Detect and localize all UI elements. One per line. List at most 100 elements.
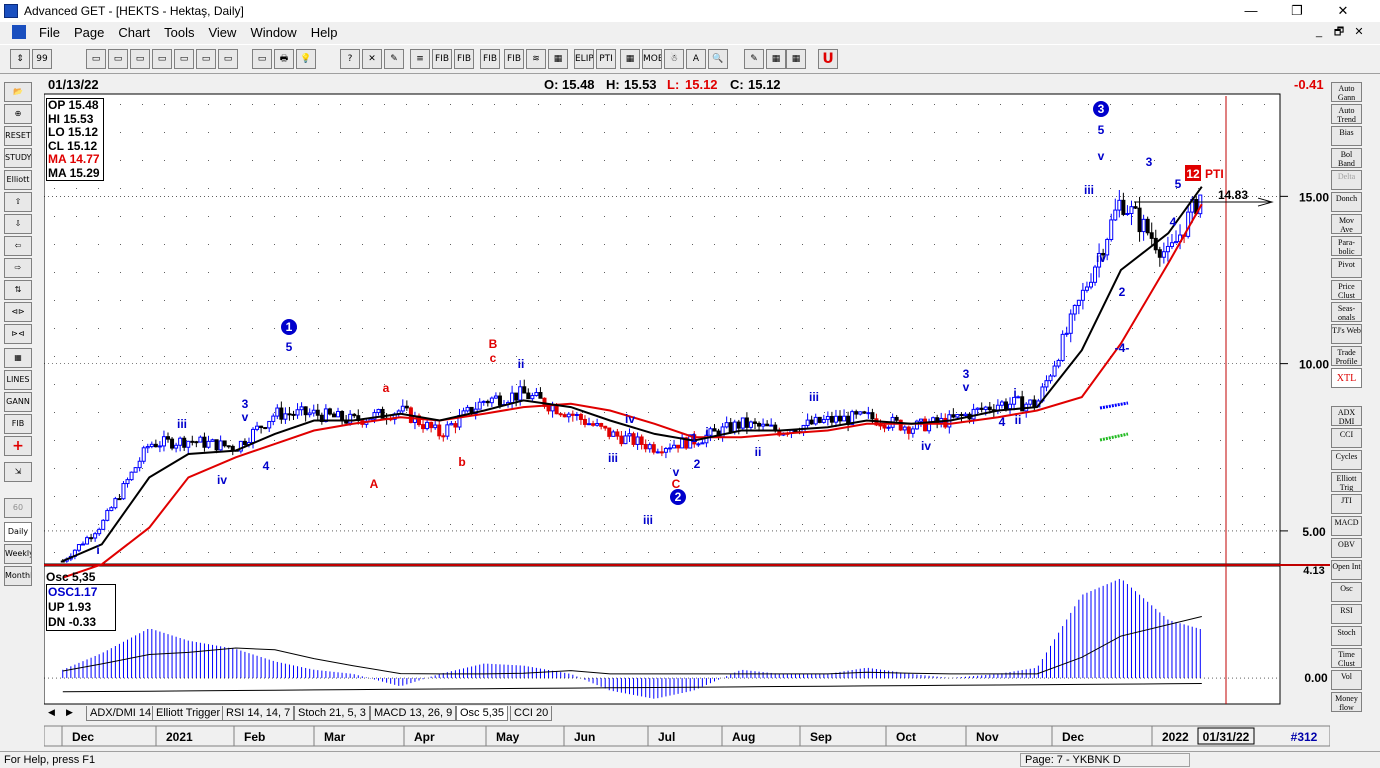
toolbar-button-item-31[interactable]: ▦ (786, 49, 806, 69)
left-tool-60-minute-18[interactable]: 60 Minute (4, 498, 32, 518)
study-button-trade-profile[interactable]: Trade Profile (1331, 346, 1362, 366)
tab-scroll-right-icon[interactable]: ▶ (66, 707, 73, 718)
minimize-button[interactable]: — (1228, 0, 1274, 22)
menu-window[interactable]: Window (243, 25, 303, 40)
maximize-button[interactable]: ❐ (1274, 0, 1320, 22)
study-button-seas-onals[interactable]: Seas-onals (1331, 302, 1362, 322)
toolbar-button-item-28[interactable]: 🔍 (708, 49, 728, 69)
left-tool-daily-19[interactable]: Daily (4, 522, 32, 542)
tab-cci-20[interactable]: CCI 20 (510, 706, 553, 721)
tab-adx-dmi-14[interactable]: ADX/DMI 14 (86, 706, 156, 721)
menu-tools[interactable]: Tools (157, 25, 201, 40)
toolbar-button-fib-ret-16[interactable]: FIB RET (432, 49, 452, 69)
left-tool-item-11[interactable]: ⊳⊲ (4, 324, 32, 344)
toolbar-button-item-14[interactable]: ✎ (384, 49, 404, 69)
price-pane[interactable] (44, 93, 1281, 565)
menu-page[interactable]: Page (67, 25, 111, 40)
left-tool-item-10[interactable]: ⊲⊳ (4, 302, 32, 322)
study-button-stoch[interactable]: Stoch (1331, 626, 1362, 646)
toolbar-button-99-1[interactable]: 99 (32, 49, 52, 69)
toolbar-button-item-15[interactable]: ≡ (410, 49, 430, 69)
study-button-bias[interactable]: Bias (1331, 126, 1362, 146)
toolbar-button-item-7[interactable]: ▭ (196, 49, 216, 69)
toolbar-button-item-20[interactable]: ≋ (526, 49, 546, 69)
chart-area[interactable]: 01/13/22 O: 15.48 H: 15.53 L: 15.12 C: 1… (44, 76, 1330, 748)
left-tool-item-12[interactable]: ▦ (4, 348, 32, 368)
doc-close-button[interactable]: ✕ (1350, 24, 1368, 40)
study-button-cycles[interactable]: Cycles (1331, 450, 1362, 470)
tab-osc-5-35[interactable]: Osc 5,35 (456, 706, 509, 721)
study-button-cci[interactable]: CCI (1331, 428, 1362, 448)
menu-chart[interactable]: Chart (111, 25, 157, 40)
toolbar-button-item-2[interactable]: ▭ (86, 49, 106, 69)
study-button-vol[interactable]: Vol (1331, 670, 1362, 690)
left-tool-reset-2[interactable]: RESET (4, 126, 32, 146)
study-button-auto-trend[interactable]: Auto Trend (1331, 104, 1362, 124)
close-button[interactable]: ✕ (1320, 0, 1366, 22)
study-button-open-int[interactable]: Open Int (1331, 560, 1362, 580)
study-button-tj-s-web[interactable]: TJ's Web (1331, 324, 1362, 344)
study-button-osc[interactable]: Osc (1331, 582, 1362, 602)
study-button-money-flow[interactable]: Money flow (1331, 692, 1362, 712)
study-button-elliott-trig[interactable]: Elliott Trig (1331, 472, 1362, 492)
left-tool-item-16[interactable]: + (4, 436, 32, 456)
chart-svg[interactable]: 15.0010.005.004.130.0014.8312 PTI123iiiii… (44, 76, 1330, 748)
study-button-bol-band[interactable]: Bol Band (1331, 148, 1362, 168)
left-tool-item-0[interactable]: 📂 (4, 82, 32, 102)
menu-file[interactable]: File (32, 25, 67, 40)
toolbar-button-fib-19[interactable]: FIB (504, 49, 524, 69)
toolbar-button-item-9[interactable]: ▭ (252, 49, 272, 69)
doc-restore-button[interactable]: 🗗 (1330, 24, 1348, 40)
toolbar-button-item-30[interactable]: ▦ (766, 49, 786, 69)
study-button-para-bolic[interactable]: Para-bolic (1331, 236, 1362, 256)
left-tool-gann-14[interactable]: GANN (4, 392, 32, 412)
toolbar-button-mob-25[interactable]: MOB (642, 49, 662, 69)
tab-stoch-21-5-3[interactable]: Stoch 21, 5, 3 (294, 706, 370, 721)
study-button-obv[interactable]: OBV (1331, 538, 1362, 558)
left-tool-item-8[interactable]: ⇨ (4, 258, 32, 278)
study-button-donch[interactable]: Donch (1331, 192, 1362, 212)
document-icon[interactable] (12, 25, 26, 39)
toolbar-button-item-5[interactable]: ▭ (152, 49, 172, 69)
study-button-mov-ave[interactable]: Mov Ave (1331, 214, 1362, 234)
toolbar-button-elips-22[interactable]: ELIPS (574, 49, 594, 69)
left-tool-fib-15[interactable]: FIB (4, 414, 32, 434)
tab-macd-13-26-9[interactable]: MACD 13, 26, 9 (370, 706, 457, 721)
left-tool-study-3[interactable]: STUDY (4, 148, 32, 168)
left-tool-weekly-20[interactable]: Weekly (4, 544, 32, 564)
toolbar-button-item-4[interactable]: ▭ (130, 49, 150, 69)
toolbar-button-item-11[interactable]: 💡 (296, 49, 316, 69)
left-tool-lines-13[interactable]: LINES (4, 370, 32, 390)
left-tool-item-17[interactable]: ⇲ (4, 462, 32, 482)
toolbar-button-item-13[interactable]: ✕ (362, 49, 382, 69)
left-tool-elliott-4[interactable]: Elliott (4, 170, 32, 190)
toolbar-button-item-21[interactable]: ▦ (548, 49, 568, 69)
toolbar-button-item-0[interactable]: ⇕ (10, 49, 30, 69)
toolbar-button-item-12[interactable]: ? (340, 49, 360, 69)
menu-view[interactable]: View (201, 25, 243, 40)
toolbar-button-fib-ext-17[interactable]: FIB EXT (454, 49, 474, 69)
toolbar-button-item-10[interactable]: 🖶 (274, 49, 294, 69)
left-tool-monthly-21[interactable]: Monthly (4, 566, 32, 586)
doc-minimize-button[interactable]: _ (1310, 24, 1328, 40)
study-button-auto-gann[interactable]: Auto Gann (1331, 82, 1362, 102)
toolbar-button-item-8[interactable]: ▭ (218, 49, 238, 69)
toolbar-button-item-3[interactable]: ▭ (108, 49, 128, 69)
left-tool-item-7[interactable]: ⇦ (4, 236, 32, 256)
toolbar-button-u-32[interactable]: U (818, 49, 838, 69)
toolbar-button-fib-time-18[interactable]: FIB TIME (480, 49, 500, 69)
tab-elliott-trigger[interactable]: Elliott Trigger (152, 706, 225, 721)
study-button-time-clust[interactable]: Time Clust (1331, 648, 1362, 668)
toolbar-button-item-24[interactable]: ▦ (620, 49, 640, 69)
menu-help[interactable]: Help (304, 25, 345, 40)
study-button-xtl[interactable]: XTL (1331, 368, 1362, 388)
tab-rsi-14-14-7[interactable]: RSI 14, 14, 7 (222, 706, 295, 721)
study-button-price-clust[interactable]: Price Clust (1331, 280, 1362, 300)
toolbar-button-pti-23[interactable]: PTI (596, 49, 616, 69)
study-button-pivot[interactable]: Pivot (1331, 258, 1362, 278)
left-tool-item-1[interactable]: ⊕ (4, 104, 32, 124)
left-tool-item-9[interactable]: ⇅ (4, 280, 32, 300)
tab-scroll-left-icon[interactable]: ◀ (48, 707, 55, 718)
toolbar-button-a-27[interactable]: A (686, 49, 706, 69)
study-button-delta[interactable]: Delta (1331, 170, 1362, 190)
